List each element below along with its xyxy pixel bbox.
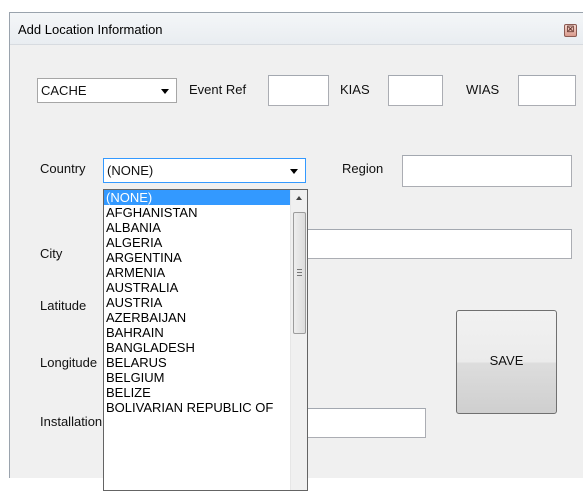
close-button[interactable]: ⊠ — [564, 24, 577, 37]
installation-field[interactable] — [306, 408, 426, 438]
scroll-up-arrow-icon[interactable] — [291, 190, 307, 207]
title-bar: Add Location Information ⊠ — [10, 13, 583, 45]
dropdown-option[interactable]: BELARUS — [104, 355, 290, 370]
dropdown-option[interactable]: AUSTRIA — [104, 295, 290, 310]
save-button[interactable]: SAVE — [456, 310, 557, 414]
city-label: City — [40, 246, 63, 261]
country-value: (NONE) — [107, 163, 154, 178]
dropdown-option[interactable]: AUSTRALIA — [104, 280, 290, 295]
dropdown-option[interactable]: ALGERIA — [104, 235, 290, 250]
country-combo[interactable]: (NONE) — [103, 158, 306, 183]
location-type-value: CACHE — [41, 83, 87, 98]
dropdown-option[interactable]: BELIZE — [104, 385, 290, 400]
chevron-down-icon — [290, 169, 298, 174]
longitude-label: Longitude — [40, 355, 98, 370]
dropdown-option[interactable]: BOLIVARIAN REPUBLIC OF — [104, 400, 290, 415]
country-dropdown-list: (NONE) AFGHANISTAN ALBANIA ALGERIA ARGEN… — [103, 189, 308, 491]
dropdown-option[interactable]: (NONE) — [104, 190, 290, 205]
wias-field[interactable] — [518, 75, 576, 106]
dropdown-option[interactable]: AZERBAIJAN — [104, 310, 290, 325]
dropdown-option[interactable]: ARGENTINA — [104, 250, 290, 265]
installation-label: Installation — [40, 414, 103, 429]
latitude-label: Latitude — [40, 298, 87, 313]
country-label: Country — [40, 161, 86, 176]
event-ref-field[interactable] — [268, 75, 329, 106]
window-title: Add Location Information — [18, 22, 163, 37]
add-location-dialog: Add Location Information ⊠ CACHE Event R… — [9, 12, 583, 491]
region-label: Region — [342, 161, 384, 176]
event-ref-label: Event Ref — [189, 82, 247, 97]
kias-label: KIAS — [340, 82, 370, 97]
scrollbar-thumb[interactable] — [293, 212, 306, 334]
dropdown-option[interactable]: ARMENIA — [104, 265, 290, 280]
region-field[interactable] — [402, 155, 572, 187]
dropdown-option[interactable]: AFGHANISTAN — [104, 205, 290, 220]
dropdown-option[interactable]: BELGIUM — [104, 370, 290, 385]
kias-field[interactable] — [388, 75, 443, 106]
dropdown-scrollbar[interactable] — [290, 190, 307, 490]
city-field[interactable] — [306, 229, 572, 259]
dropdown-option[interactable]: ALBANIA — [104, 220, 290, 235]
chevron-down-icon — [161, 89, 169, 94]
close-icon: ⊠ — [566, 24, 575, 35]
wias-label: WIAS — [466, 82, 500, 97]
dropdown-option[interactable]: BANGLADESH — [104, 340, 290, 355]
country-options: (NONE) AFGHANISTAN ALBANIA ALGERIA ARGEN… — [104, 190, 290, 415]
grip-icon — [297, 269, 302, 276]
location-type-combo[interactable]: CACHE — [37, 78, 177, 103]
dropdown-option[interactable]: BAHRAIN — [104, 325, 290, 340]
